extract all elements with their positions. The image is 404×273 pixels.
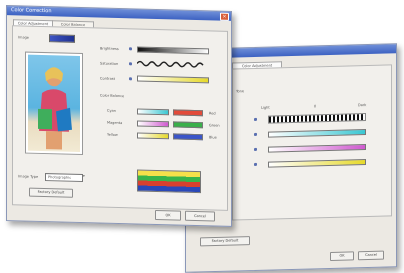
magenta-label: Magenta <box>107 120 123 126</box>
cyan-label: Cyan <box>107 108 116 113</box>
brightness-label: Brightness <box>100 46 119 51</box>
factory-default-button[interactable]: Factory Default <box>29 187 73 198</box>
preview-image <box>25 51 83 156</box>
row-marker <box>129 77 132 81</box>
beach-photo-icon <box>28 54 80 152</box>
cancel-button[interactable]: Cancel <box>185 210 215 222</box>
color-balance-group-label: Color Balance <box>100 93 125 99</box>
tone-panel <box>232 64 392 221</box>
row-marker <box>129 47 132 51</box>
row-marker <box>129 62 132 66</box>
scale-left-label: Light <box>261 105 270 110</box>
title-bar: Color Correction <box>7 6 231 21</box>
row-marker <box>254 147 257 151</box>
color-preview-strip <box>137 169 201 194</box>
yellow-label: Yellow <box>107 132 118 137</box>
close-icon[interactable]: × <box>220 12 229 21</box>
blue-label: Blue <box>209 135 217 140</box>
magenta-green-slider[interactable] <box>137 120 169 128</box>
chevron-down-icon[interactable]: ▾ <box>83 174 85 178</box>
dialog-title: Color Correction <box>11 7 52 15</box>
tone-group-label: Tone <box>236 89 245 94</box>
red-swatch <box>173 109 203 117</box>
scale-right-label: Dark <box>358 103 367 108</box>
color-correction-dialog: Color Correction × Color Adjustment Colo… <box>6 5 232 227</box>
blue-swatch <box>173 133 203 141</box>
image-type-color-swatch[interactable] <box>49 34 75 43</box>
contrast-label: Contrast <box>100 76 115 81</box>
factory-default-button[interactable]: Factory Default <box>200 236 250 247</box>
red-label: Red <box>209 111 216 116</box>
yellow-blue-slider[interactable] <box>137 132 169 140</box>
saturation-label: Saturation <box>100 61 119 66</box>
row-marker <box>254 162 257 166</box>
image-type-select[interactable]: Photographic <box>45 173 83 183</box>
scale-mid-label: 0 <box>314 104 317 109</box>
image-label: Image <box>18 35 29 40</box>
green-label: Green <box>209 123 220 128</box>
ok-button[interactable]: OK <box>330 251 354 261</box>
cyan-red-slider[interactable] <box>137 108 169 116</box>
green-swatch <box>173 121 203 129</box>
row-marker <box>254 132 257 136</box>
row-marker <box>254 117 257 121</box>
cancel-button[interactable]: Cancel <box>358 250 384 261</box>
ok-button[interactable]: OK <box>155 209 181 221</box>
image-type-label: Image Type <box>18 174 39 179</box>
